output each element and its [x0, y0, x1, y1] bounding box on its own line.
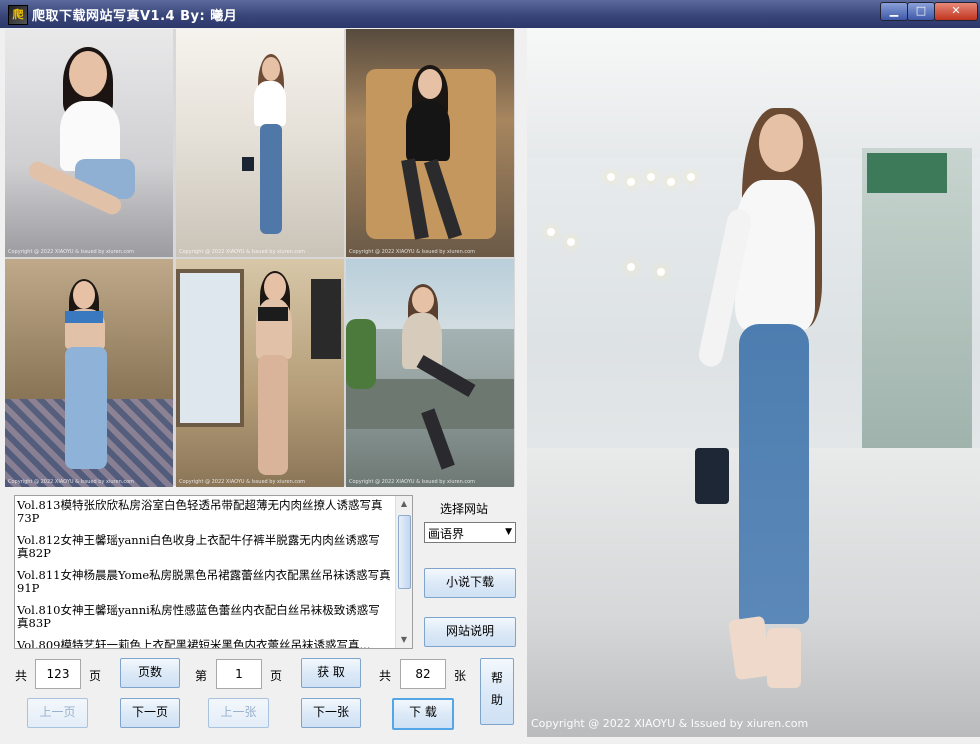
maximize-button[interactable]: □: [907, 2, 935, 21]
thumbnail-2[interactable]: Copyright @ 2022 XIAOYU & Issued by xiur…: [176, 29, 344, 257]
list-item[interactable]: Vol.810女神王馨瑶yanni私房性感蓝色蕾丝内衣配白丝吊袜极致诱惑写真83…: [17, 604, 391, 630]
scroll-down-arrow-icon[interactable]: ▼: [396, 632, 412, 648]
next-image-button[interactable]: 下一张: [301, 698, 361, 728]
list-item[interactable]: Vol.812女神王馨瑶yanni白色收身上衣配牛仔裤半脱露无内肉丝诱惑写真82…: [17, 534, 391, 560]
title-bar: 爬 爬取下载网站写真V1.4 By: 曦月 ▁ □ ✕: [0, 0, 980, 28]
thumbnail-watermark: Copyright @ 2022 XIAOYU & Issued by xiur…: [349, 249, 476, 255]
download-button[interactable]: 下 载: [392, 698, 454, 730]
close-button[interactable]: ✕: [934, 2, 978, 21]
album-list[interactable]: Vol.813模特张欣欣私房浴室白色轻透吊带配超薄无内肉丝撩人诱惑写真73P V…: [14, 495, 413, 649]
thumbnail-6[interactable]: Copyright @ 2022 XIAOYU & Issued by xiur…: [346, 259, 514, 487]
thumbnail-1[interactable]: Copyright @ 2022 XIAOYU & Issued by xiur…: [5, 29, 173, 257]
list-scrollbar[interactable]: ▲ ▼: [395, 496, 412, 648]
prev-page-button[interactable]: 上一页: [27, 698, 88, 728]
scroll-up-arrow-icon[interactable]: ▲: [396, 496, 412, 512]
thumbnail-watermark: Copyright @ 2022 XIAOYU & Issued by xiur…: [179, 479, 306, 485]
thumbnail-5[interactable]: Copyright @ 2022 XIAOYU & Issued by xiur…: [176, 259, 344, 487]
app-logo-icon: 爬: [8, 5, 28, 25]
image-count-label: 共: [379, 669, 392, 683]
image-preview[interactable]: Copyright @ 2022 XIAOYU & Issued by xiur…: [527, 28, 980, 737]
total-pages-label: 共: [15, 669, 28, 683]
list-item[interactable]: Vol.809模特艺轩一莉色上衣配黑裙短米黑色内衣蕾丝吊袜诱惑写真...: [17, 639, 391, 649]
main-content: Copyright @ 2022 XIAOYU & Issued by xiur…: [0, 28, 980, 744]
image-unit-label: 张: [454, 669, 467, 683]
thumbnail-watermark: Copyright @ 2022 XIAOYU & Issued by xiur…: [179, 249, 306, 255]
dropdown-arrow-icon[interactable]: ▼: [505, 527, 512, 537]
total-pages-field[interactable]: 123: [35, 659, 81, 689]
thumbnail-watermark: Copyright @ 2022 XIAOYU & Issued by xiur…: [349, 479, 476, 485]
list-item[interactable]: Vol.811女神杨晨晨Yome私房脱黑色吊裙露蕾丝内衣配黑丝吊袜诱惑写真91P: [17, 569, 391, 595]
minimize-icon: ▁: [889, 4, 899, 17]
window-title: 爬取下载网站写真V1.4 By: 曦月: [32, 9, 238, 24]
page-unit-label-2: 页: [270, 669, 283, 683]
next-page-button[interactable]: 下一页: [120, 698, 180, 728]
page-number-label: 第: [195, 669, 208, 683]
current-page-field[interactable]: 1: [216, 659, 262, 689]
preview-copyright: Copyright @ 2022 XIAOYU & Issued by xiur…: [531, 717, 809, 730]
page-count-button[interactable]: 页数: [120, 658, 180, 688]
site-select-label: 选择网站: [440, 502, 489, 516]
site-select[interactable]: 画语界 ▼: [424, 522, 516, 543]
site-info-button[interactable]: 网站说明: [424, 617, 516, 647]
thumbnail-3[interactable]: Copyright @ 2022 XIAOYU & Issued by xiur…: [346, 29, 514, 257]
list-item[interactable]: Vol.813模特张欣欣私房浴室白色轻透吊带配超薄无内肉丝撩人诱惑写真73P: [17, 499, 391, 525]
novel-download-button[interactable]: 小说下载: [424, 568, 516, 598]
close-icon: ✕: [951, 4, 961, 17]
fetch-button[interactable]: 获 取: [301, 658, 361, 688]
page-unit-label: 页: [89, 669, 102, 683]
help-button[interactable]: 帮 助: [480, 658, 514, 725]
prev-image-button[interactable]: 上一张: [208, 698, 269, 728]
thumbnail-4[interactable]: Copyright @ 2022 XIAOYU & Issued by xiur…: [5, 259, 173, 487]
thumbnail-watermark: Copyright @ 2022 XIAOYU & Issued by xiur…: [8, 249, 135, 255]
scrollbar-thumb[interactable]: [398, 515, 411, 589]
image-count-field[interactable]: 82: [400, 659, 446, 689]
maximize-icon: □: [915, 4, 927, 17]
thumbnail-grid: Copyright @ 2022 XIAOYU & Issued by xiur…: [5, 29, 515, 487]
minimize-button[interactable]: ▁: [880, 2, 908, 21]
thumbnail-watermark: Copyright @ 2022 XIAOYU & Issued by xiur…: [8, 479, 135, 485]
site-select-value: 画语界: [428, 527, 465, 541]
